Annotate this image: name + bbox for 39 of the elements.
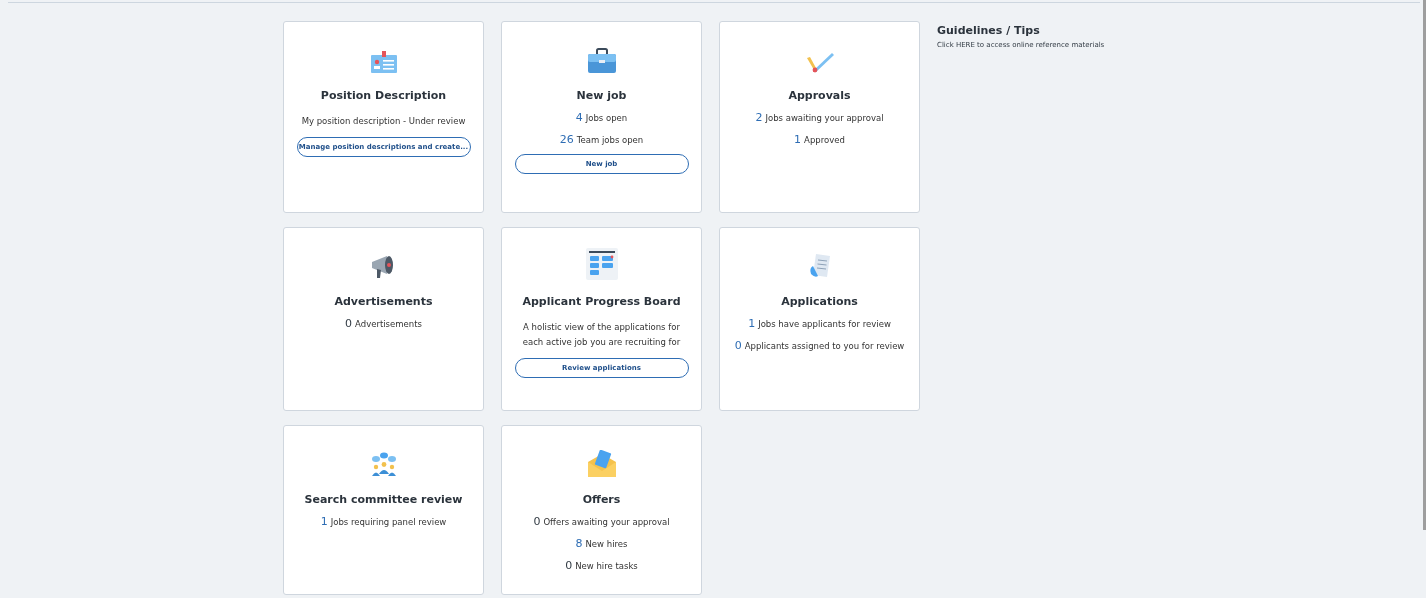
- stat-label: Applicants assigned to you for review: [744, 341, 905, 351]
- stat-count: 26: [559, 133, 574, 146]
- board-icon: [585, 248, 618, 280]
- stat-label: New hires: [585, 539, 628, 549]
- stat-count: 2: [755, 111, 763, 124]
- guidelines-title: Guidelines / Tips: [937, 24, 1040, 37]
- card-title: Offers: [582, 493, 621, 506]
- stat-count: 1: [794, 133, 802, 146]
- card-description: A holistic view of the applications for each active job you are recruiting for: [521, 321, 682, 349]
- envelope-icon: [586, 450, 617, 478]
- stat-count: 1: [748, 317, 756, 330]
- stat-label: Jobs requiring panel review: [330, 517, 447, 527]
- stat-count: 0: [533, 515, 541, 528]
- pencil-check-icon: [804, 50, 835, 74]
- card-title: Search committee review: [304, 493, 463, 506]
- stat-label: Advertisements: [355, 319, 422, 329]
- stat-label: Jobs awaiting your approval: [765, 113, 884, 123]
- card-title: Advertisements: [334, 295, 433, 308]
- card-title: Applicant Progress Board: [522, 295, 681, 308]
- card-title: Applications: [781, 295, 858, 308]
- stat-label: Jobs open: [585, 113, 628, 123]
- stat-count: 4: [575, 111, 583, 124]
- card-title: Position Description: [320, 89, 447, 102]
- id-badge-icon: [369, 50, 398, 74]
- card-title: Approvals: [788, 89, 851, 102]
- stat-label: Jobs have applicants for review: [758, 319, 891, 329]
- stat-count: 0: [345, 317, 353, 330]
- stat-label: Approved: [804, 135, 845, 145]
- briefcase-icon: [586, 48, 617, 74]
- card-title: New job: [576, 89, 627, 102]
- stat-count: 0: [734, 339, 742, 352]
- stat-count: 0: [565, 559, 573, 572]
- stat-count: 1: [320, 515, 328, 528]
- stat-label: New hire tasks: [575, 561, 638, 571]
- stat-count: 8: [575, 537, 583, 550]
- card-description: My position description - Under review: [301, 115, 466, 128]
- stat-label: Offers awaiting your approval: [543, 517, 670, 527]
- scrollbar[interactable]: [1423, 0, 1426, 530]
- stat-label: Team jobs open: [576, 135, 644, 145]
